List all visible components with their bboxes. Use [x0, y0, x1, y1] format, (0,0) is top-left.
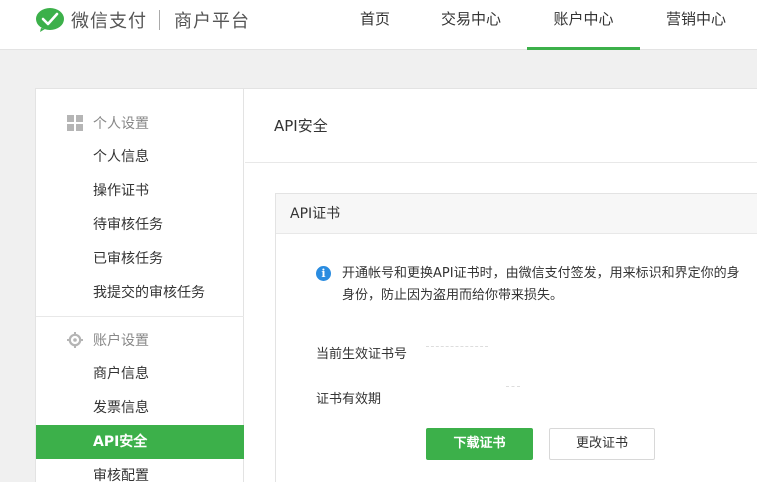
sidebar-divider: [36, 316, 244, 317]
cert-number-label: 当前生效证书号: [316, 347, 408, 362]
info-message-line: 开通帐号和更换API证书时，由微信支付签发，用来标识和界定你的身: [342, 266, 740, 281]
brand[interactable]: 微信支付 商户平台: [35, 8, 250, 32]
download-cert-button[interactable]: 下载证书: [426, 428, 533, 460]
nav-home[interactable]: 首页: [343, 0, 407, 50]
sidebar-item-operation-cert[interactable]: 操作证书: [36, 174, 244, 208]
sidebar-item-review-config[interactable]: 审核配置: [36, 459, 244, 482]
sidebar-item-pending-review[interactable]: 待审核任务: [36, 208, 244, 242]
info-icon: i: [316, 266, 331, 281]
info-message: 开通帐号和更换API证书时，由微信支付签发，用来标识和界定你的身 身份，防止因为…: [342, 263, 757, 307]
nav-trade-center[interactable]: 交易中心: [423, 0, 519, 50]
sidebar-group-label: 个人设置: [93, 116, 149, 132]
sidebar-group-label: 账户设置: [93, 333, 149, 349]
sidebar-item-my-submitted[interactable]: 我提交的审核任务: [36, 276, 244, 310]
nav-marketing-center[interactable]: 营销中心: [648, 0, 744, 50]
cert-expiry-value: [506, 386, 520, 387]
nav-account-center[interactable]: 账户中心: [527, 0, 640, 50]
panel-title: API证书: [276, 194, 757, 234]
info-message-line: 身份，防止因为盗用而给你带来损失。: [342, 288, 564, 303]
sidebar-item-merchant-info[interactable]: 商户信息: [36, 357, 244, 391]
brand-divider: [159, 10, 160, 30]
sidebar-group-personal-settings: 个人设置: [36, 106, 244, 140]
sidebar-item-api-security[interactable]: API安全: [36, 425, 244, 459]
main-card: 个人设置 个人信息 操作证书 待审核任务 已审核任务 我提交的审核任务 账户设置…: [35, 88, 757, 482]
grid-icon: [67, 115, 83, 131]
sidebar-item-reviewed[interactable]: 已审核任务: [36, 242, 244, 276]
change-cert-button[interactable]: 更改证书: [549, 428, 655, 460]
sidebar-item-invoice-info[interactable]: 发票信息: [36, 391, 244, 425]
brand-name: 微信支付: [71, 11, 147, 32]
sidebar-group-account-settings: 账户设置: [36, 323, 244, 357]
gear-icon: [67, 332, 83, 348]
wechat-pay-logo-icon: [36, 8, 64, 32]
sidebar-item-personal-info[interactable]: 个人信息: [36, 140, 244, 174]
page-header: API安全: [245, 89, 757, 163]
brand-subtitle: 商户平台: [174, 11, 250, 32]
cert-expiry-label: 证书有效期: [316, 392, 382, 407]
api-cert-panel: API证书 i 开通帐号和更换API证书时，由微信支付签发，用来标识和界定你的身…: [275, 193, 757, 482]
sidebar: 个人设置 个人信息 操作证书 待审核任务 已审核任务 我提交的审核任务 账户设置…: [36, 89, 244, 482]
content-area: API安全 API证书 i 开通帐号和更换API证书时，由微信支付签发，用来标识…: [245, 89, 757, 482]
top-header: 微信支付 商户平台 首页 交易中心 账户中心 营销中心: [0, 0, 757, 50]
page-title: API安全: [274, 117, 328, 135]
cert-number-value: [426, 346, 488, 347]
